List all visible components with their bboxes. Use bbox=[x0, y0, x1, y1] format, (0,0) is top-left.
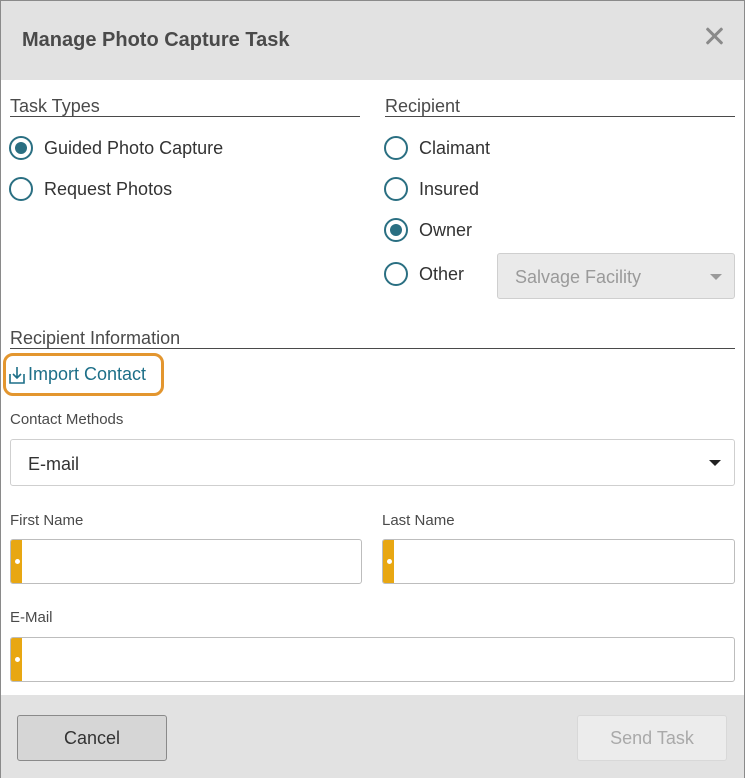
radio-claimant[interactable]: Claimant bbox=[384, 136, 490, 160]
contact-methods-label: Contact Methods bbox=[10, 411, 124, 428]
radio-label: Owner bbox=[419, 219, 473, 240]
first-name-input[interactable] bbox=[25, 540, 359, 583]
radio-unselected-icon[interactable] bbox=[384, 262, 408, 286]
radio-unselected-icon[interactable] bbox=[9, 177, 33, 201]
recipient-divider bbox=[385, 116, 735, 117]
radio-label: Other bbox=[419, 263, 465, 284]
recipient-info-divider bbox=[10, 348, 735, 349]
task-types-heading: Task Types bbox=[10, 96, 100, 116]
first-name-label: First Name bbox=[10, 512, 84, 529]
radio-owner[interactable]: Owner bbox=[384, 218, 472, 242]
dialog-header: Manage Photo Capture Task bbox=[1, 1, 744, 80]
radio-label: Guided Photo Capture bbox=[44, 137, 224, 158]
required-indicator bbox=[11, 540, 22, 583]
radio-selected-icon[interactable] bbox=[9, 136, 33, 160]
task-types-divider bbox=[10, 116, 360, 117]
recipient-info-heading: Recipient Information bbox=[10, 328, 181, 348]
recipient-heading: Recipient bbox=[385, 96, 461, 116]
contact-methods-value: E-mail bbox=[28, 454, 80, 474]
dialog-title: Manage Photo Capture Task bbox=[22, 29, 290, 51]
email-field[interactable] bbox=[10, 637, 735, 682]
first-name-field[interactable] bbox=[10, 539, 362, 584]
other-recipient-select: Salvage Facility bbox=[497, 253, 735, 299]
radio-selected-icon[interactable] bbox=[384, 218, 408, 242]
last-name-label: Last Name bbox=[382, 512, 455, 529]
import-icon bbox=[9, 366, 25, 384]
import-contact-label: Import Contact bbox=[28, 364, 147, 384]
required-indicator bbox=[383, 540, 394, 583]
chevron-down-icon[interactable] bbox=[709, 460, 721, 466]
radio-unselected-icon[interactable] bbox=[384, 136, 408, 160]
last-name-field[interactable] bbox=[382, 539, 735, 584]
radio-guided-photo-capture[interactable]: Guided Photo Capture bbox=[9, 136, 223, 160]
cancel-button[interactable]: Cancel bbox=[17, 715, 167, 761]
radio-label: Claimant bbox=[419, 137, 491, 158]
required-indicator bbox=[11, 638, 22, 681]
radio-insured[interactable]: Insured bbox=[384, 177, 479, 201]
chevron-down-icon bbox=[710, 274, 722, 280]
email-label: E-Mail bbox=[10, 609, 53, 626]
send-task-button[interactable]: Send Task bbox=[577, 715, 727, 761]
radio-other[interactable]: Other bbox=[384, 262, 464, 286]
radio-label: Request Photos bbox=[44, 178, 173, 199]
import-contact-link[interactable]: Import Contact bbox=[9, 364, 146, 385]
radio-label: Insured bbox=[419, 178, 480, 199]
close-icon[interactable] bbox=[701, 23, 727, 49]
radio-request-photos[interactable]: Request Photos bbox=[9, 177, 172, 201]
email-input[interactable] bbox=[25, 638, 732, 681]
photo-capture-dialog: Manage Photo Capture Task Task Types Gui… bbox=[0, 0, 745, 778]
contact-methods-select[interactable]: E-mail bbox=[10, 439, 735, 486]
other-recipient-value: Salvage Facility bbox=[515, 267, 642, 287]
last-name-input[interactable] bbox=[397, 540, 732, 583]
radio-unselected-icon[interactable] bbox=[384, 177, 408, 201]
